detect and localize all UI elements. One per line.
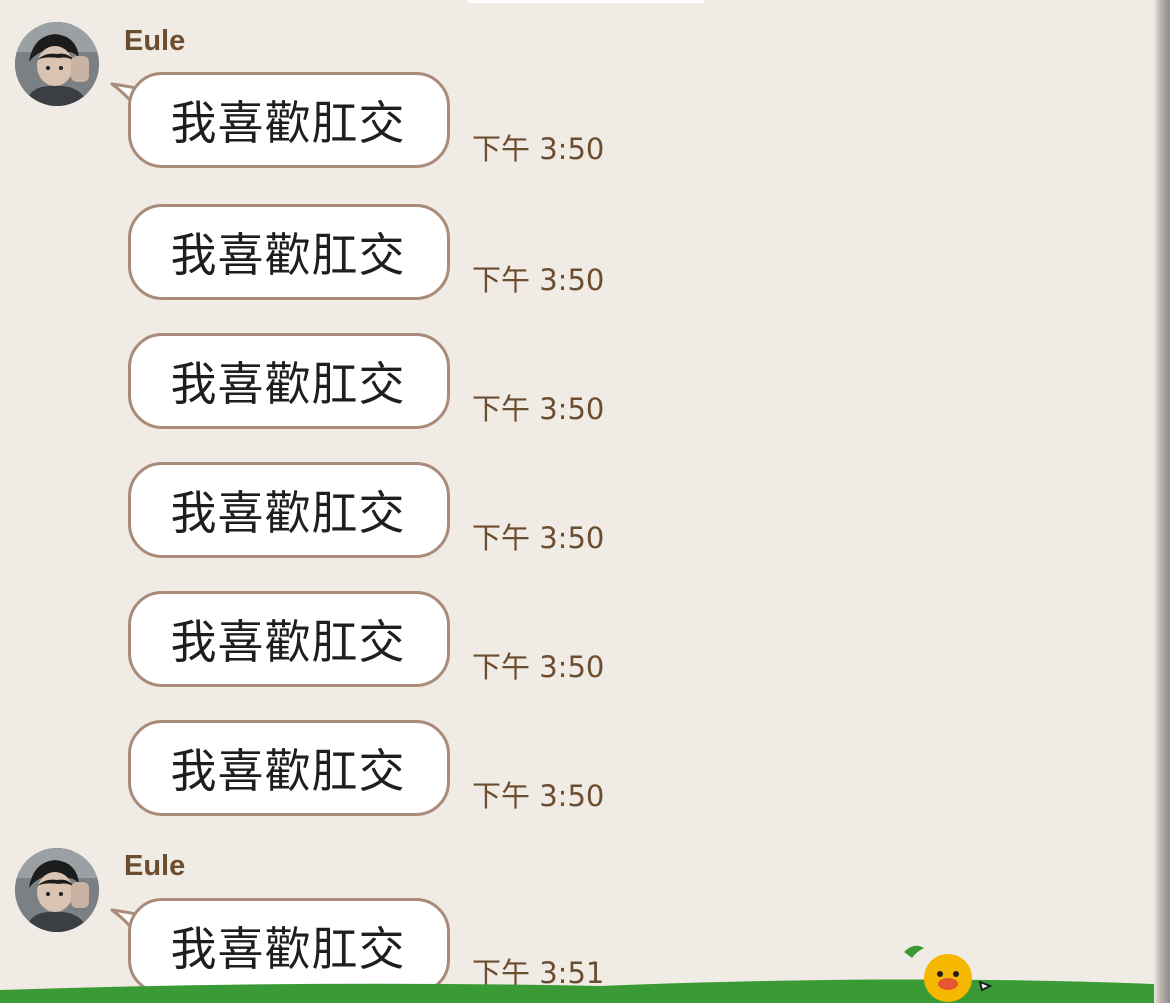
- message-bubble[interactable]: 我喜歡肛交: [128, 591, 450, 687]
- message-bubble[interactable]: 我喜歡肛交: [128, 462, 450, 558]
- avatar-image: [15, 22, 99, 106]
- sender-name: Eule: [124, 25, 186, 57]
- message-time: 下午 3:50: [472, 521, 605, 555]
- chick-sticker-icon: [904, 945, 993, 1002]
- message-bubble[interactable]: 我喜歡肛交: [128, 204, 450, 300]
- message-time: 下午 3:50: [472, 650, 605, 684]
- message-text: 我喜歡肛交: [170, 96, 406, 150]
- message-bubble[interactable]: 我喜歡肛交: [128, 72, 450, 168]
- message-text: 我喜歡肛交: [170, 615, 406, 669]
- message-bubble[interactable]: 我喜歡肛交: [128, 333, 450, 429]
- message-time: 下午 3:50: [472, 132, 605, 166]
- message-time: 下午 3:50: [472, 392, 605, 426]
- message-text: 我喜歡肛交: [170, 228, 406, 282]
- message-time: 下午 3:50: [472, 263, 605, 297]
- message-text: 我喜歡肛交: [170, 744, 406, 798]
- sender-name: Eule: [124, 850, 186, 882]
- avatar[interactable]: [15, 848, 99, 932]
- message-bubble[interactable]: 我喜歡肛交: [128, 720, 450, 816]
- message-time: 下午 3:50: [472, 779, 605, 813]
- avatar[interactable]: [15, 22, 99, 106]
- scrollbar-edge[interactable]: [1154, 0, 1170, 1003]
- message-text: 我喜歡肛交: [170, 357, 406, 411]
- message-text: 我喜歡肛交: [170, 486, 406, 540]
- chat-screen: Eule 我喜歡肛交 下午 3:50 我喜歡肛交 下午 3:50 我喜歡肛交 下…: [0, 0, 1170, 1003]
- top-divider: [468, 0, 704, 3]
- avatar-image: [15, 848, 99, 932]
